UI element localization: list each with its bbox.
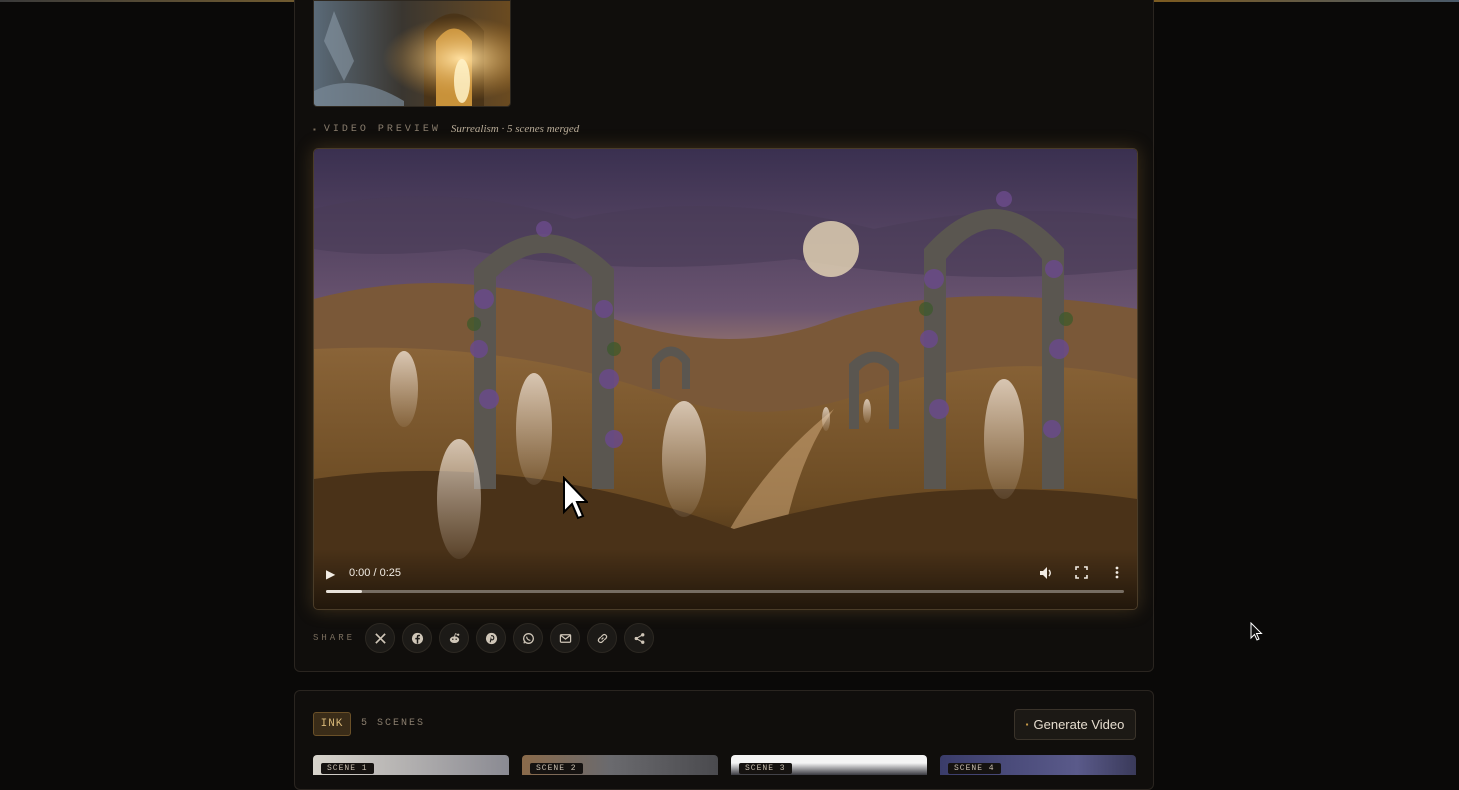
share-label: SHARE [313, 633, 356, 643]
video-preview-header: ▪ VIDEO PREVIEW Surrealism · 5 scenes me… [313, 122, 579, 136]
video-time: 0:00 / 0:25 [349, 567, 401, 579]
bullet-icon: ▪ [313, 124, 316, 134]
video-frame [314, 149, 1137, 609]
share-whatsapp-button[interactable] [513, 623, 544, 653]
scene-thumbnail[interactable]: SCENE 2 [522, 755, 718, 775]
link-icon [597, 633, 607, 643]
scene-thumbnail-top[interactable] [313, 0, 511, 107]
email-icon [559, 633, 571, 643]
video-progress-bar[interactable] [326, 590, 1124, 593]
scene-thumbnail[interactable]: SCENE 3 [731, 755, 927, 775]
style-badge[interactable]: INK [313, 712, 351, 736]
scene-tag: SCENE 1 [321, 763, 374, 774]
share-native-button[interactable] [624, 623, 655, 653]
pinterest-icon [485, 632, 497, 644]
share-facebook-button[interactable] [402, 623, 433, 653]
x-icon [374, 632, 386, 644]
share-link-button[interactable] [587, 623, 618, 653]
scene-tag: SCENE 2 [530, 763, 583, 774]
share-bar: SHARE [313, 622, 655, 654]
facebook-icon [411, 632, 423, 644]
scene-tag: SCENE 4 [948, 763, 1001, 774]
video-controls: ▶ 0:00 / 0:25 [314, 549, 1137, 609]
whatsapp-icon [522, 632, 534, 644]
share-email-button[interactable] [550, 623, 581, 653]
volume-icon[interactable] [1039, 566, 1053, 583]
scene-tag: SCENE 3 [739, 763, 792, 774]
video-preview-label: VIDEO PREVIEW [323, 123, 441, 135]
video-preview-meta: Surrealism · 5 scenes merged [450, 123, 580, 135]
reddit-icon [449, 632, 459, 643]
scenes-card [294, 690, 1154, 790]
scene-count: 5 SCENES [361, 718, 426, 729]
share-reddit-button[interactable] [439, 623, 470, 653]
share-pinterest-button[interactable] [476, 623, 507, 653]
video-player[interactable]: ▶ 0:00 / 0:25 [313, 148, 1138, 610]
scene-thumbnail[interactable]: SCENE 4 [940, 755, 1136, 775]
scene-thumbnail[interactable]: SCENE 1 [313, 755, 509, 775]
share-x-button[interactable] [365, 623, 396, 653]
fullscreen-icon[interactable] [1075, 566, 1088, 582]
video-progress-fill [326, 590, 362, 593]
more-icon[interactable] [1115, 566, 1119, 582]
mouse-cursor-icon [1250, 622, 1263, 641]
generate-video-label: Generate Video [1033, 717, 1125, 732]
play-icon[interactable]: ▶ [326, 567, 335, 581]
generate-video-button[interactable]: ▪ Generate Video [1014, 709, 1136, 740]
bullet-icon: ▪ [1025, 720, 1029, 729]
share-icon [634, 632, 644, 644]
